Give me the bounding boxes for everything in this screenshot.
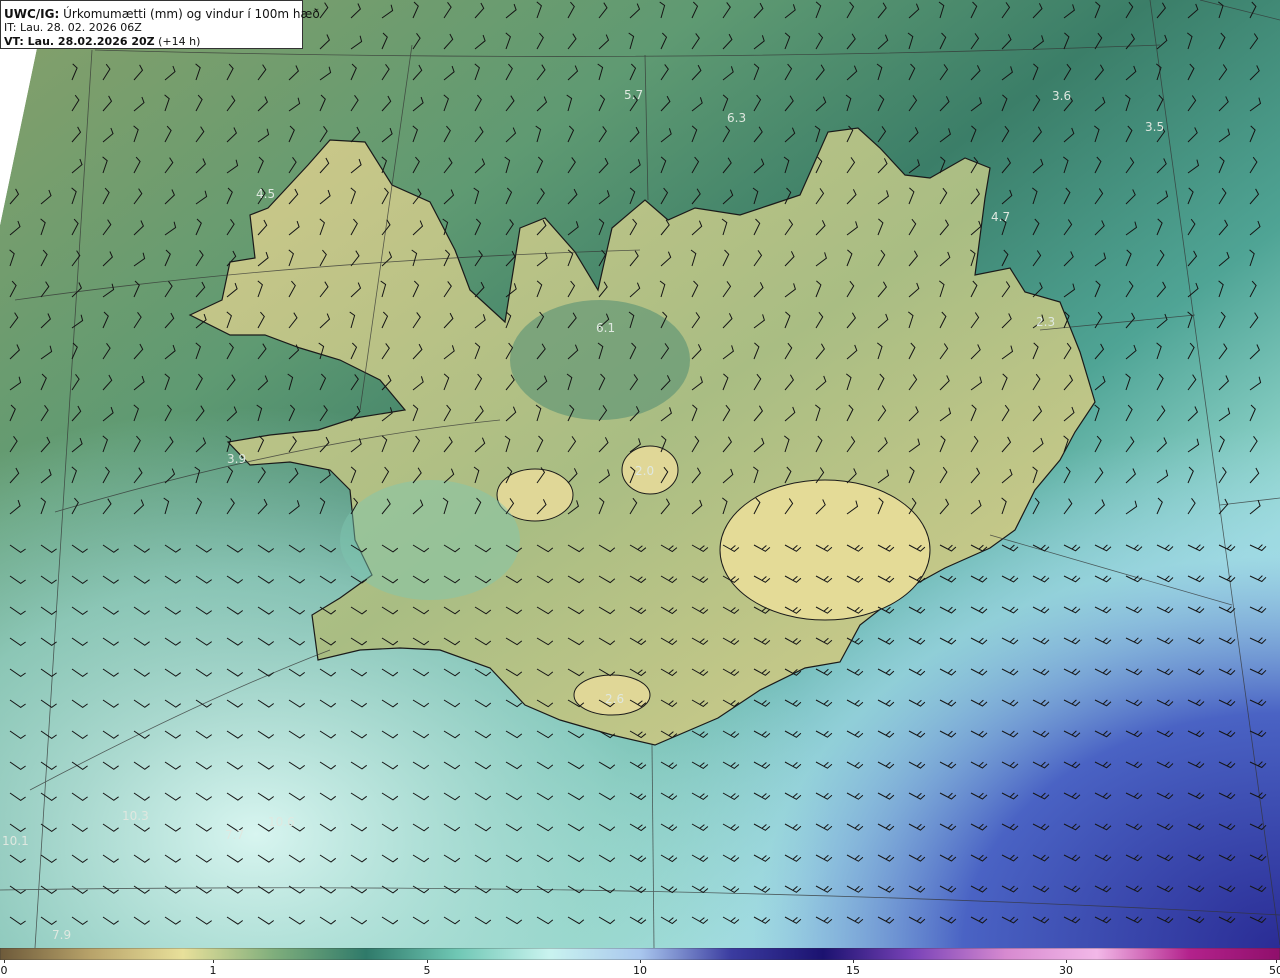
map-title-box: UWC/IG: Úrkomumætti (mm) og vindur í 100… <box>0 0 320 49</box>
colorbar-tick-label: 15 <box>846 964 860 977</box>
valid-time: VT: Lau. 28.02.2026 20Z <box>4 35 155 48</box>
colorbar-ticks: 0 1 5 10 15 30 50 <box>0 960 1280 978</box>
colorbar-tick-mark <box>640 960 641 963</box>
colorbar-tick-label: 1 <box>209 964 217 977</box>
colorbar-tick-label: 50 <box>1269 964 1280 977</box>
southwest-lowland <box>340 480 520 600</box>
colorbar-tick-mark <box>213 960 214 963</box>
value-label: 6.1 <box>596 321 615 335</box>
colorbar-tick-label: 30 <box>1059 964 1073 977</box>
value-label: 2.0 <box>635 464 654 478</box>
precipitation-wind-map[interactable]: 5.7 6.3 3.6 3.5 4.5 4.7 6.1 2.3 3.9 2.0 … <box>0 0 1280 948</box>
colorbar-tick-mark <box>427 960 428 963</box>
colorbar-tick-label: 0 <box>0 964 8 977</box>
value-label: 7.9 <box>52 928 71 942</box>
colorbar-tick-mark <box>1066 960 1067 963</box>
value-label: 6.3 <box>727 111 746 125</box>
colorbar-tick-mark <box>1276 960 1277 963</box>
value-label: 10.6 <box>268 815 295 829</box>
value-label: 10.3 <box>122 809 149 823</box>
value-label: 4.7 <box>991 210 1010 224</box>
issue-time: IT: Lau. 28. 02. 2026 06Z <box>4 21 142 34</box>
colorbar-tick-mark <box>853 960 854 963</box>
northwest-highland <box>510 300 690 420</box>
value-label: 3.6 <box>1052 89 1071 103</box>
value-label: 3.5 <box>1145 120 1164 134</box>
value-label: 2.3 <box>1036 315 1055 329</box>
value-label: 3.9 <box>227 452 246 466</box>
value-label: 5.7 <box>624 88 643 102</box>
value-label: 4.5 <box>256 187 275 201</box>
value-label: 10.1 <box>2 834 29 848</box>
map-title: Úrkomumætti (mm) og vindur í 100m hæð <box>63 7 320 21</box>
product-label: UWC/IG: <box>4 7 60 21</box>
colorbar-tick-label: 5 <box>423 964 431 977</box>
lead-time: (+14 h) <box>158 35 201 48</box>
value-label: 7.7 <box>225 828 244 842</box>
precipitation-colorbar <box>0 948 1280 960</box>
colorbar-tick-mark <box>4 960 5 963</box>
colorbar-tick-label: 10 <box>633 964 647 977</box>
value-label: 2.6 <box>605 692 624 706</box>
